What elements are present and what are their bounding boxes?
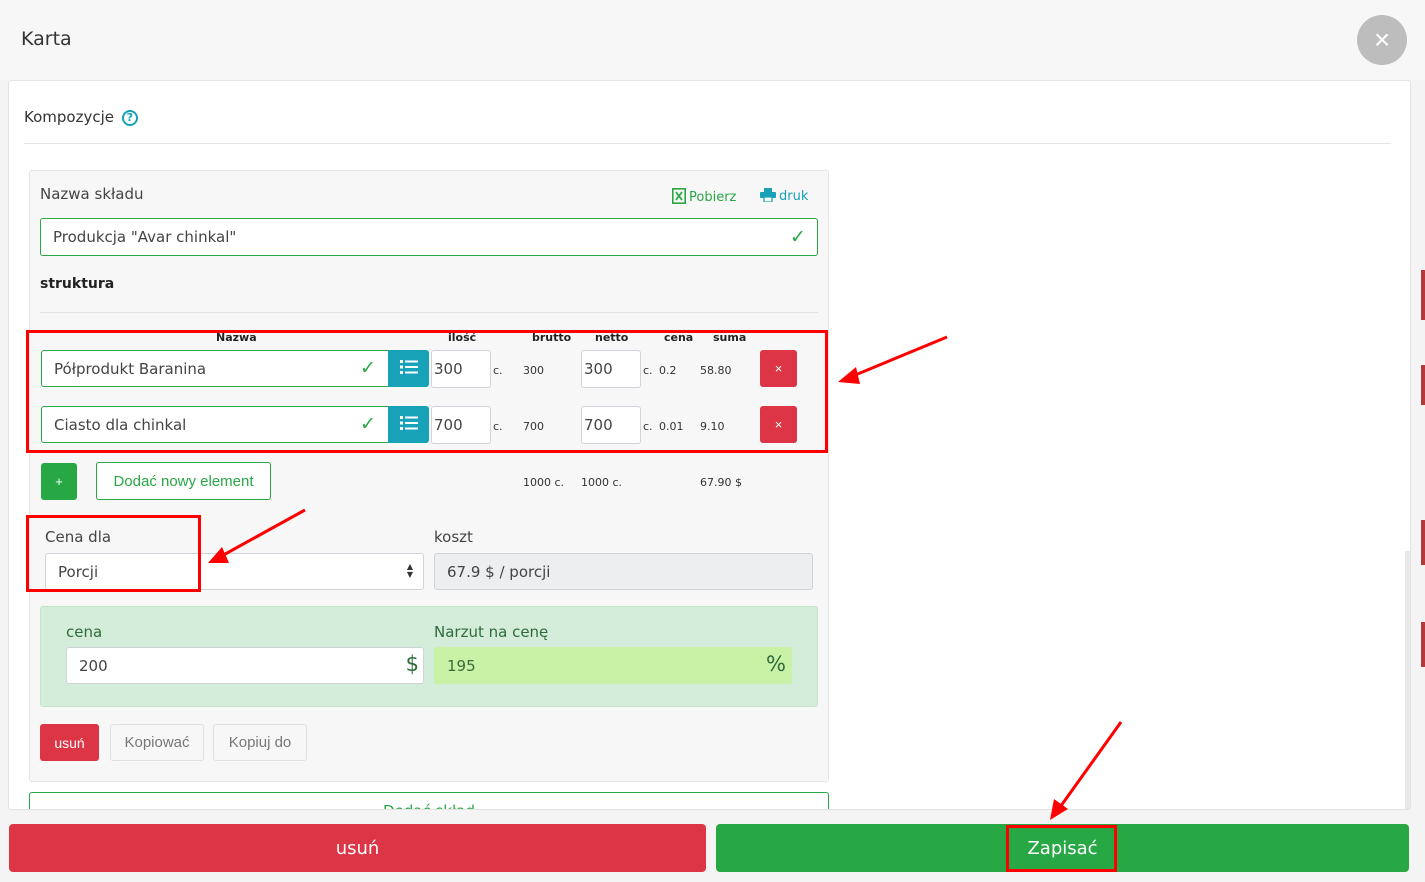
annotation-arrowhead: [838, 367, 860, 384]
annotation-arrow: [847, 335, 948, 380]
annotation-arrows: [208, 335, 1123, 820]
annotation-arrow: [1056, 721, 1123, 811]
annotation-arrow: [217, 508, 306, 560]
